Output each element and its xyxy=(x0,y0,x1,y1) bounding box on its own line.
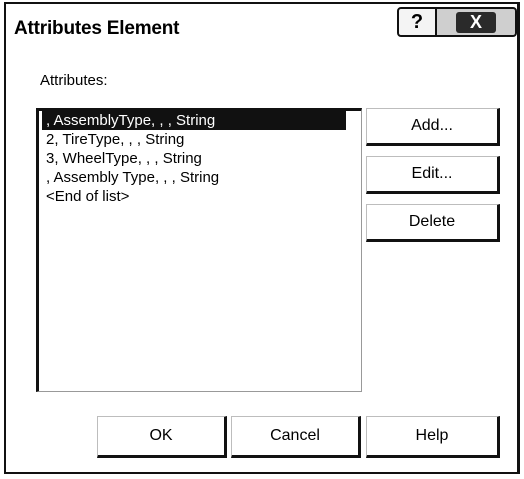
attributes-label: Attributes: xyxy=(40,72,108,89)
help-icon[interactable]: ? xyxy=(397,7,437,37)
help-button[interactable]: Help xyxy=(366,416,500,458)
list-item-assemblytype[interactable]: , AssemblyType, , , String xyxy=(42,111,346,130)
edit-button[interactable]: Edit... xyxy=(366,156,500,194)
attributes-listbox[interactable]: , AssemblyType, , , String 2, TireType, … xyxy=(36,108,362,392)
attributes-element-dialog: Attributes Element ? X Attributes: , Ass… xyxy=(4,2,520,474)
list-item-end-of-list[interactable]: <End of list> xyxy=(42,187,361,206)
cancel-button[interactable]: Cancel xyxy=(231,416,361,458)
list-item-tiretype[interactable]: 2, TireType, , , String xyxy=(42,130,361,149)
close-glyph: X xyxy=(455,11,496,33)
title-bar: Attributes Element ? X xyxy=(6,4,517,54)
add-button[interactable]: Add... xyxy=(366,108,500,146)
delete-button[interactable]: Delete xyxy=(366,204,500,242)
close-icon[interactable]: X xyxy=(435,7,517,37)
list-item-wheeltype[interactable]: 3, WheelType, , , String xyxy=(42,149,361,168)
window-title: Attributes Element xyxy=(14,18,180,39)
ok-button[interactable]: OK xyxy=(97,416,227,458)
list-item-assembly-type[interactable]: , Assembly Type, , , String xyxy=(42,168,361,187)
